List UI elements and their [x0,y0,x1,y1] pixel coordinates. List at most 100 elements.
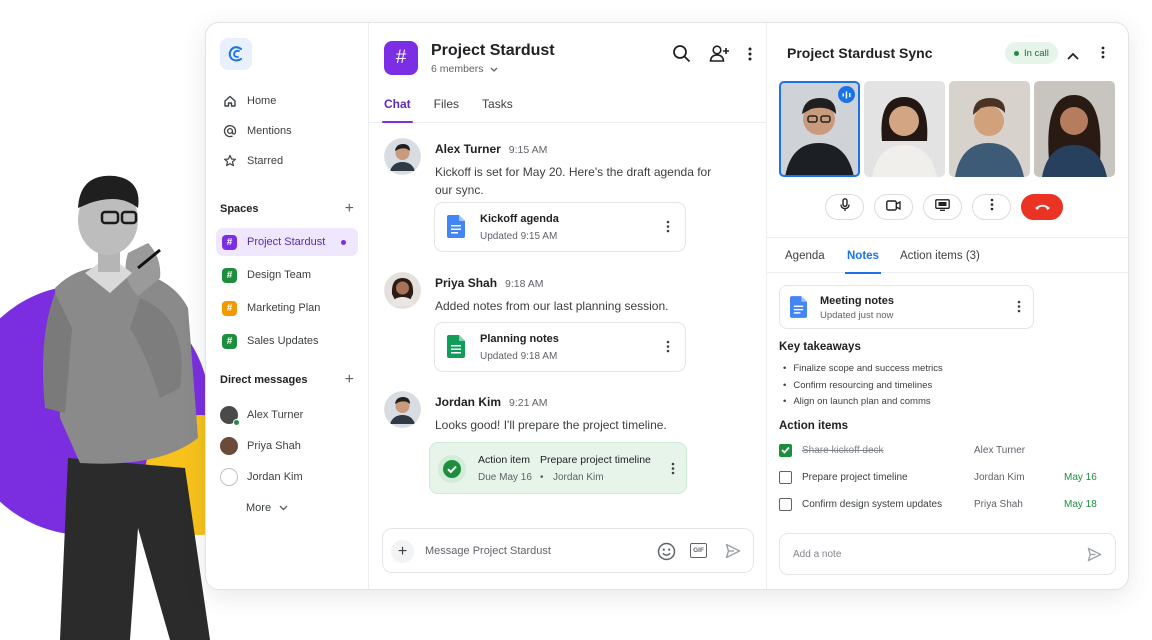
call-controls [825,194,1063,220]
present-screen-button[interactable] [923,194,962,220]
nav-mentions[interactable]: Mentions [216,116,358,146]
video-tile-participant[interactable] [779,81,860,177]
app-logo-icon[interactable] [220,38,252,70]
space-hash-icon: # [384,41,418,75]
member-count-dropdown[interactable]: 6 members [431,63,555,75]
more-dms-button[interactable]: More [216,492,358,523]
add-note-input[interactable]: Add a note [779,533,1116,575]
search-icon[interactable] [672,44,691,68]
video-tile-participant[interactable] [864,81,945,177]
action-task: Share kickoff deck [802,444,884,456]
docs-icon [790,296,807,323]
space-title: Project Stardust [431,41,555,59]
action-item-row: Confirm design system updates Priya Shah… [779,495,1109,513]
takeaways-list: Finalize scope and success metrics Confi… [783,363,943,413]
dm-item-priya-shah[interactable]: Priya Shah [216,430,358,461]
key-takeaways-heading: Key takeaways [779,341,861,353]
space-label: Marketing Plan [247,302,321,314]
camera-button[interactable] [874,194,913,220]
send-icon[interactable] [725,543,741,564]
attachment-card-planning-notes[interactable]: Planning notes Updated 9:18 AM [434,322,686,372]
space-item-design-team[interactable]: # Design Team [216,261,358,289]
direct-messages-title: Direct messages [220,374,308,386]
action-due: May 18 [1064,498,1097,510]
more-vert-icon[interactable] [748,47,752,66]
checkbox[interactable] [779,497,792,511]
chat-header: # Project Stardust 6 members [369,23,766,93]
more-options-button[interactable] [972,194,1011,220]
member-count: 6 members [431,62,484,75]
list-item: Align on launch plan and comms [783,396,943,413]
space-item-marketing-plan[interactable]: # Marketing Plan [216,294,358,322]
gif-icon[interactable]: GIF [690,543,707,558]
message-input-placeholder[interactable]: Message Project Stardust [425,545,551,557]
tab-chat[interactable]: Chat [382,93,413,123]
avatar [220,405,240,426]
nav-home-label: Home [247,95,277,107]
tab-agenda[interactable]: Agenda [785,250,825,262]
send-icon[interactable] [1087,547,1102,567]
dm-label: Priya Shah [247,439,301,452]
avatar [384,272,421,309]
meeting-panel: Project Stardust Sync In call Agenda Not… [767,23,1128,589]
nav-starred[interactable]: Starred [216,146,358,176]
avatar [384,391,421,428]
end-call-button[interactable] [1021,194,1063,220]
avatar [220,436,238,455]
action-owner: Jordan Kim [974,471,1025,483]
chat-panel: # Project Stardust 6 members Chat Files … [369,23,767,589]
tab-files[interactable]: Files [434,93,459,122]
more-vert-icon[interactable] [671,462,675,480]
more-vert-icon[interactable] [1101,46,1105,64]
tab-notes[interactable]: Notes [845,250,881,274]
attachment-card-kickoff-agenda[interactable]: Kickoff agenda Updated 9:15 AM [434,202,686,252]
message-composer[interactable]: + Message Project Stardust GIF [382,528,754,573]
tab-tasks[interactable]: Tasks [482,93,513,122]
list-item: Confirm resourcing and timelines [783,380,943,397]
hash-icon: # [222,300,237,316]
spaces-header: Spaces + [216,196,358,222]
add-dm-plus-icon[interactable]: + [345,371,354,389]
chevron-down-icon [279,502,288,514]
nav-home[interactable]: Home [216,86,358,116]
hash-icon: # [222,267,237,283]
chevron-up-icon[interactable] [1067,47,1079,65]
tab-action-items[interactable]: Action items (3) [900,250,980,262]
checkbox-checked[interactable] [779,443,792,457]
action-item-card[interactable]: Action item Prepare project timeline Due… [429,442,687,494]
video-tile-participant[interactable] [949,81,1030,177]
add-person-icon[interactable] [709,44,730,68]
more-vert-icon[interactable] [666,340,670,358]
speaking-indicator-icon [838,86,855,103]
action-due: May 16 [1064,471,1097,483]
emoji-icon[interactable] [657,542,676,566]
add-note-placeholder[interactable]: Add a note [793,549,841,560]
microphone-button[interactable] [825,194,864,220]
space-label: Design Team [247,269,311,281]
action-task: Prepare project timeline [802,471,908,483]
action-task: Confirm design system updates [802,498,943,510]
more-vert-icon[interactable] [666,220,670,238]
video-tile-participant[interactable] [1034,81,1115,177]
more-vert-icon[interactable] [1017,300,1021,318]
unread-dot [341,239,346,245]
message-text: Kickoff is set for May 20. Here's the dr… [435,165,712,197]
add-attachment-plus-icon[interactable]: + [391,540,414,563]
chat-tabs: Chat Files Tasks [369,93,766,123]
space-item-sales-updates[interactable]: # Sales Updates [216,327,358,355]
add-space-plus-icon[interactable]: + [345,200,354,218]
action-item-separator: • [540,472,544,483]
space-item-project-stardust[interactable]: # Project Stardust [216,228,358,256]
end-call-icon [1034,198,1051,216]
chevron-down-icon [490,63,498,75]
attachment-subtitle: Updated 9:15 AM [480,231,558,242]
message-text: Looks good! I'll prepare the project tim… [435,418,667,432]
message-author: Priya Shah [435,276,498,290]
hash-icon: # [222,333,237,349]
checkbox[interactable] [779,470,792,484]
message-author: Alex Turner [435,142,501,156]
action-item-row: Prepare project timeline Jordan Kim May … [779,468,1109,486]
meeting-notes-card[interactable]: Meeting notes Updated just now [779,285,1034,329]
dm-item-jordan-kim[interactable]: Jordan Kim [216,461,358,492]
dm-item-alex-turner[interactable]: Alex Turner [216,399,358,430]
